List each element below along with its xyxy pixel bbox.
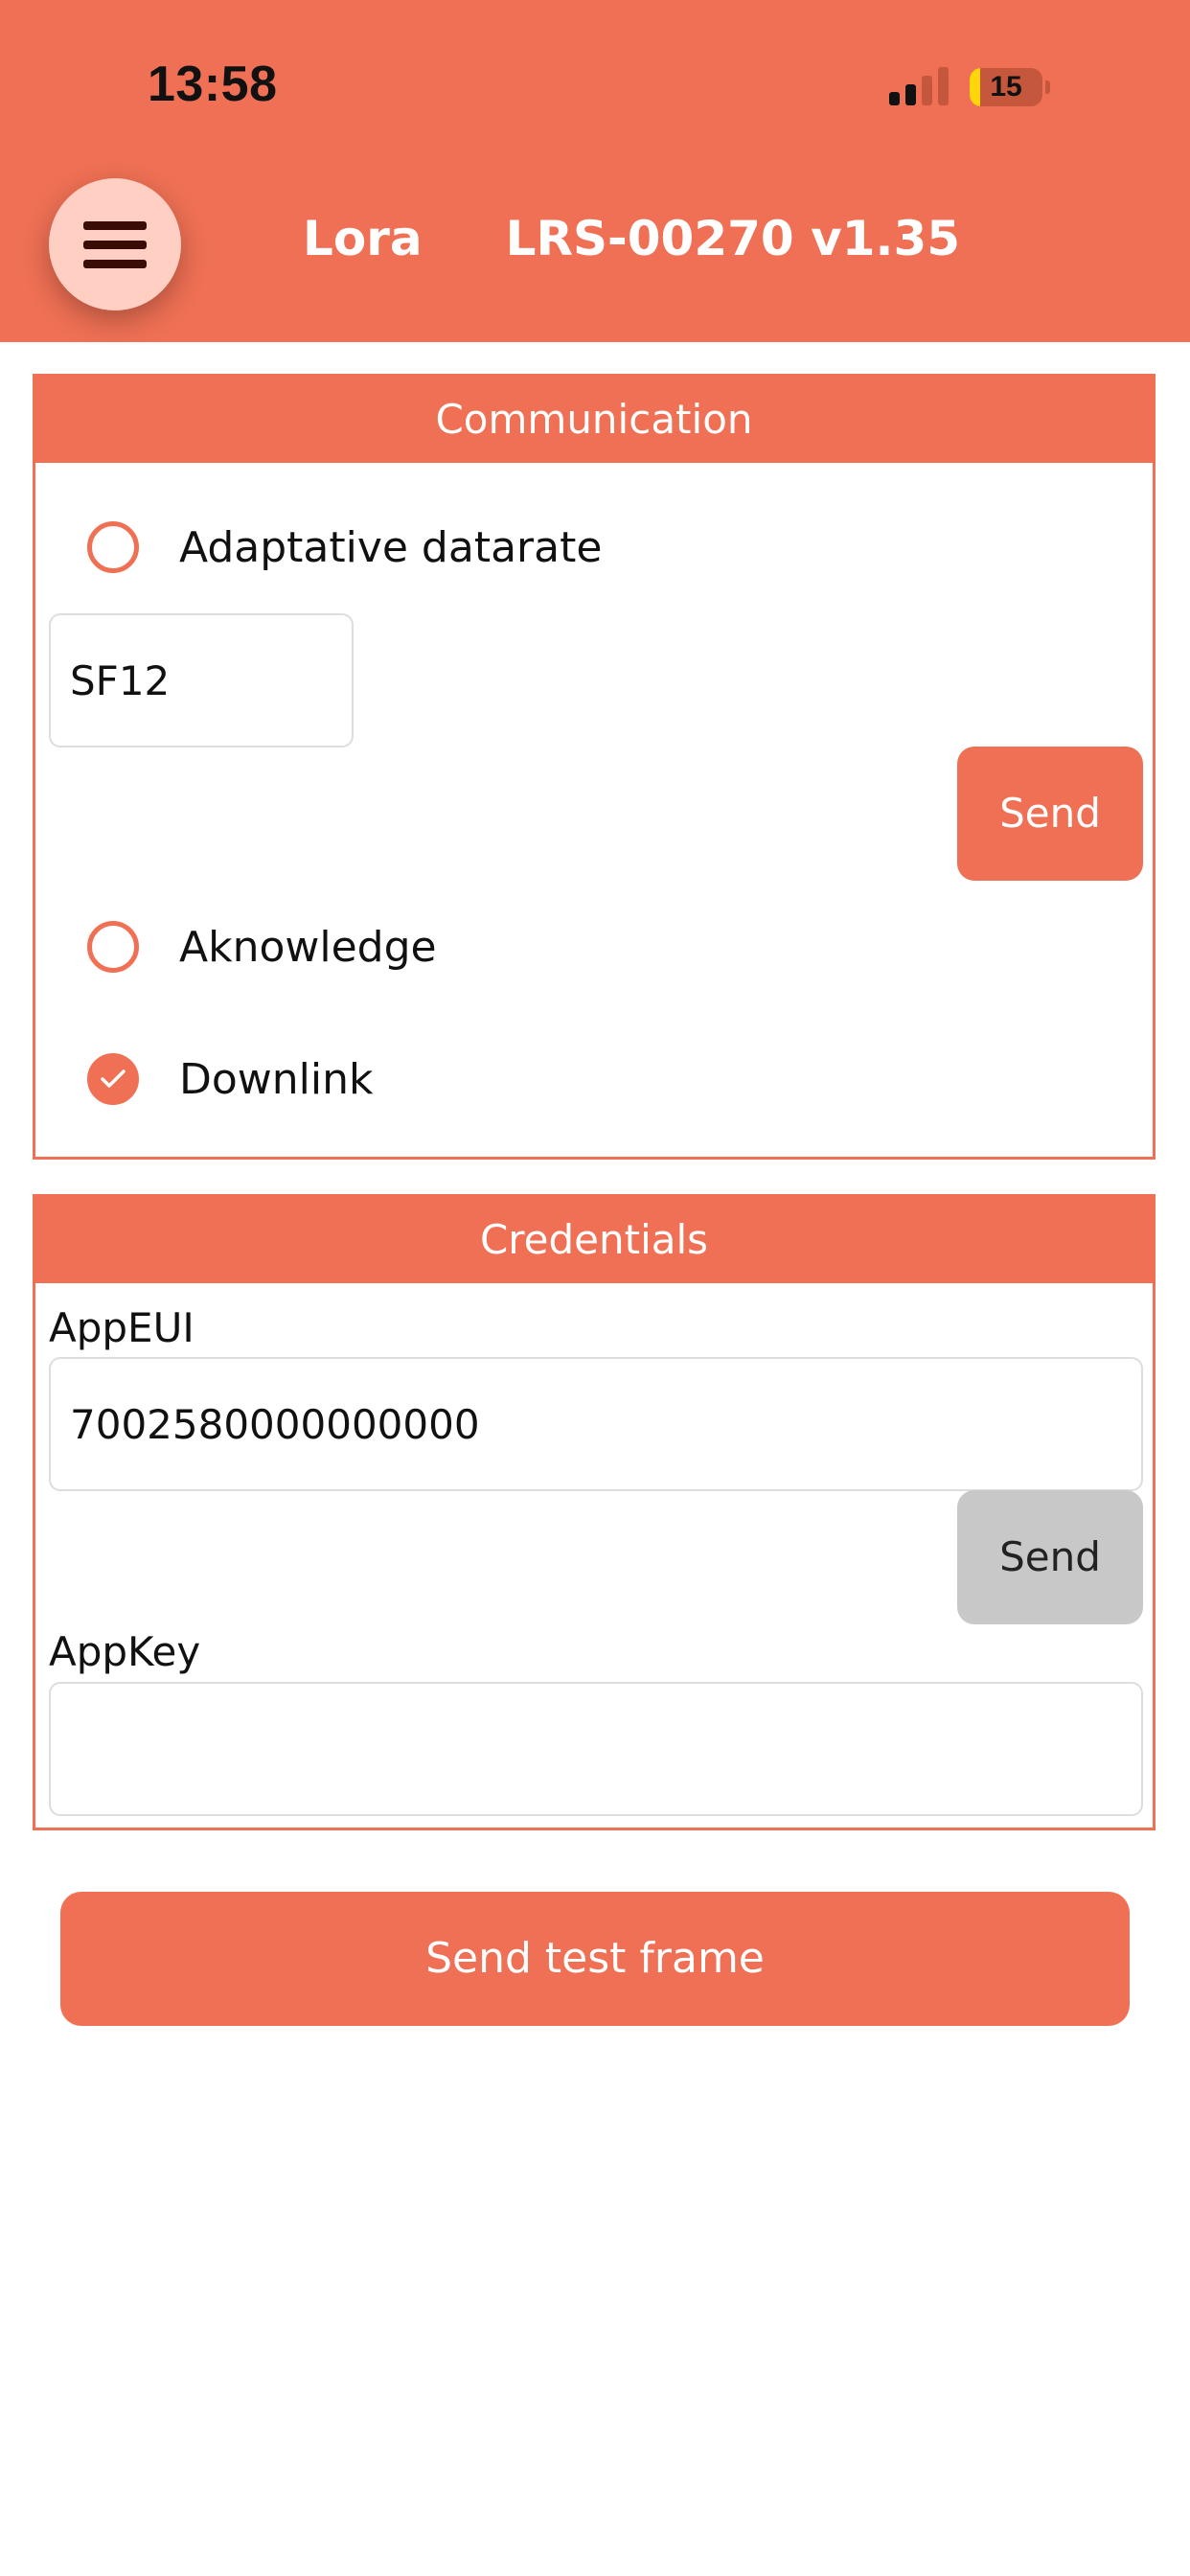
appkey-label: AppKey (49, 1628, 201, 1675)
appeui-input[interactable] (49, 1357, 1143, 1491)
credentials-card: Credentials AppEUI Send AppKey (33, 1194, 1156, 1830)
app-header: 13:58 15 Lora LRS-00270 v1.35 (0, 0, 1190, 342)
hamburger-menu-icon (83, 221, 147, 230)
menu-button[interactable] (49, 178, 181, 310)
send-test-frame-button[interactable]: Send test frame (60, 1892, 1130, 2026)
appkey-input[interactable] (49, 1682, 1143, 1816)
checkmark-icon (101, 1070, 126, 1088)
adaptive-datarate-label: Adaptative datarate (179, 522, 603, 572)
acknowledge-label: Aknowledge (179, 922, 437, 972)
radio-unchecked-icon[interactable] (87, 521, 139, 573)
communication-header: Communication (35, 377, 1153, 463)
radio-unchecked-icon[interactable] (87, 921, 139, 973)
acknowledge-option[interactable]: Aknowledge (87, 918, 437, 976)
battery-level: 15 (990, 71, 1022, 103)
adaptive-datarate-option[interactable]: Adaptative datarate (87, 518, 602, 576)
appeui-label: AppEUI (49, 1304, 195, 1351)
credentials-send-button[interactable]: Send (957, 1490, 1143, 1624)
credentials-header: Credentials (35, 1197, 1153, 1283)
downlink-option[interactable]: Downlink (87, 1050, 374, 1108)
communication-card: Communication Adaptative datarate Send A… (33, 374, 1156, 1160)
page-title: Lora LRS-00270 v1.35 (303, 211, 961, 266)
communication-send-button[interactable]: Send (957, 747, 1143, 881)
status-bar-time: 13:58 (148, 57, 278, 112)
battery-icon: 15 (970, 68, 1050, 106)
radio-checked-icon[interactable] (87, 1053, 139, 1105)
spreading-factor-input[interactable] (49, 613, 354, 748)
cellular-signal-icon (889, 67, 950, 105)
downlink-label: Downlink (179, 1054, 374, 1104)
